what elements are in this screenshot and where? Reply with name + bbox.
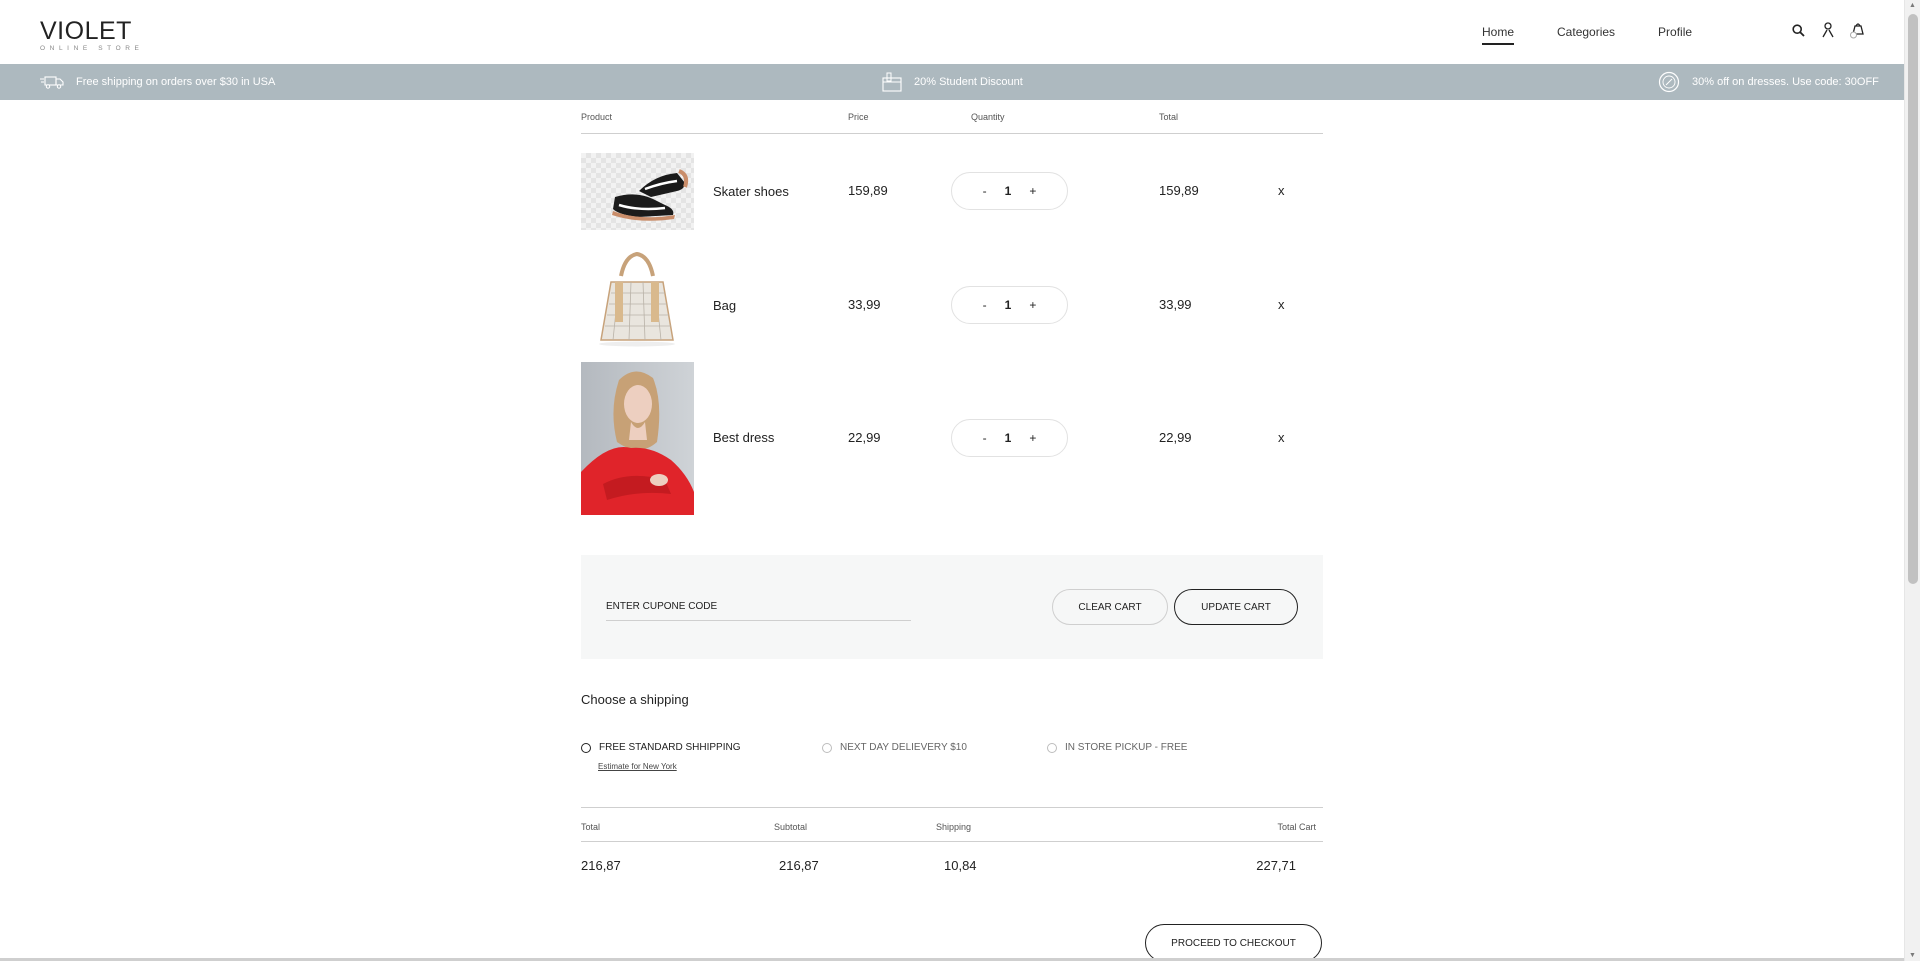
summary-total: 216,87: [581, 858, 621, 873]
scroll-down-arrow-icon[interactable]: ▼: [1909, 952, 1916, 959]
quantity-stepper: - 1 +: [951, 172, 1068, 210]
product-total: 22,99: [1159, 430, 1192, 445]
nav-categories[interactable]: Categories: [1557, 25, 1615, 45]
cart-table-header: Product Price Quantity Total: [581, 100, 1323, 134]
quantity-value: 1: [1004, 298, 1012, 312]
clear-cart-button[interactable]: CLEAR CART: [1052, 589, 1168, 625]
radio-pickup[interactable]: [1047, 742, 1057, 753]
shipping-option-label: IN STORE PICKUP - FREE: [1065, 742, 1188, 753]
quantity-decrease-button[interactable]: -: [983, 431, 987, 445]
header-quantity: Quantity: [971, 112, 1005, 122]
header-icons: [1790, 22, 1866, 39]
summary-header-total-cart: Total Cart: [1277, 822, 1316, 832]
product-image-shoes[interactable]: [581, 153, 694, 230]
shipping-option-label: FREE STANDARD SHHIPPING: [599, 742, 741, 753]
product-name[interactable]: Best dress: [713, 430, 774, 445]
promo-student-text: 20% Student Discount: [914, 76, 1023, 88]
cart-table: Product Price Quantity Total Skater shoe…: [581, 100, 1323, 515]
shipping-option-standard[interactable]: FREE STANDARD SHHIPPING: [581, 742, 741, 753]
order-summary: Total Subtotal Shipping Total Cart 216,8…: [581, 807, 1323, 890]
product-total: 33,99: [1159, 297, 1192, 312]
user-icon[interactable]: [1820, 22, 1836, 38]
quantity-decrease-button[interactable]: -: [983, 298, 987, 312]
scrollbar-thumb[interactable]: [1908, 14, 1918, 584]
promo-dresses: 30% off on dresses. Use code: 30OFF: [1658, 64, 1879, 100]
search-icon[interactable]: [1790, 22, 1806, 38]
product-image-bag[interactable]: [581, 248, 694, 348]
logo-tagline: ONLINE STORE: [40, 45, 144, 52]
logo[interactable]: VIOLET ONLINE STORE: [40, 18, 143, 53]
bag-icon[interactable]: [1850, 22, 1866, 39]
summary-header: Total Subtotal Shipping Total Cart: [581, 807, 1323, 842]
cart-row: Bag 33,99 - 1 + 33,99 x: [581, 248, 1323, 362]
summary-header-shipping: Shipping: [936, 822, 972, 832]
shipping-option-pickup[interactable]: IN STORE PICKUP - FREE: [1047, 742, 1187, 753]
quantity-value: 1: [1004, 431, 1012, 445]
product-price: 159,89: [848, 183, 888, 198]
product-total: 159,89: [1159, 183, 1199, 198]
promo-shipping: Free shipping on orders over $30 in USA: [40, 64, 275, 100]
coupon-panel: CLEAR CART UPDATE CART: [581, 555, 1323, 659]
proceed-to-checkout-button[interactable]: PROCEED TO CHECKOUT: [1145, 924, 1322, 961]
quantity-increase-button[interactable]: +: [1029, 431, 1036, 445]
cart-row: Skater shoes 159,89 - 1 + 159,89 x: [581, 134, 1323, 248]
promo-dresses-text: 30% off on dresses. Use code: 30OFF: [1692, 76, 1879, 88]
shipping-option-next-day[interactable]: NEXT DAY DELIEVERY $10: [822, 742, 967, 753]
quantity-increase-button[interactable]: +: [1029, 184, 1036, 198]
page-scrollbar[interactable]: ▲ ▼: [1904, 0, 1920, 961]
promo-bar: Free shipping on orders over $30 in USA …: [0, 64, 1904, 100]
coupon-input[interactable]: [606, 593, 911, 621]
radio-standard[interactable]: [581, 742, 591, 753]
quantity-decrease-button[interactable]: -: [983, 184, 987, 198]
product-name[interactable]: Skater shoes: [713, 184, 789, 199]
promo-student: 20% Student Discount: [882, 64, 1023, 100]
header-total: Total: [1159, 112, 1179, 122]
remove-item-button[interactable]: x: [1278, 183, 1285, 198]
summary-subtotal: 216,87: [779, 858, 819, 873]
shipping-title: Choose a shipping: [581, 692, 689, 707]
cart-row: Best dress 22,99 - 1 + 22,99 x: [581, 362, 1323, 515]
summary-header-total: Total: [581, 822, 601, 832]
remove-item-button[interactable]: x: [1278, 297, 1285, 312]
main-nav: Home Categories Profile: [1482, 25, 1735, 45]
product-image-dress[interactable]: [581, 362, 694, 515]
gift-icon: [882, 72, 902, 92]
estimate-link[interactable]: Estimate for New York: [598, 762, 677, 771]
nav-home[interactable]: Home: [1482, 25, 1515, 45]
header-price: Price: [848, 112, 869, 122]
summary-total-cart: 227,71: [1256, 858, 1296, 873]
quantity-stepper: - 1 +: [951, 419, 1068, 457]
radio-next-day[interactable]: [822, 742, 832, 753]
scroll-up-arrow-icon[interactable]: ▲: [1909, 2, 1916, 9]
promo-shipping-text: Free shipping on orders over $30 in USA: [76, 76, 276, 88]
nav-profile[interactable]: Profile: [1658, 25, 1692, 45]
product-name[interactable]: Bag: [713, 298, 736, 313]
quantity-stepper: - 1 +: [951, 286, 1068, 324]
remove-item-button[interactable]: x: [1278, 430, 1285, 445]
discount-badge-icon: [1658, 71, 1680, 93]
product-price: 22,99: [848, 430, 881, 445]
summary-shipping: 10,84: [944, 858, 977, 873]
summary-header-subtotal: Subtotal: [774, 822, 808, 832]
product-price: 33,99: [848, 297, 881, 312]
summary-values: 216,87 216,87 10,84 227,71: [581, 842, 1323, 890]
quantity-increase-button[interactable]: +: [1029, 298, 1036, 312]
logo-title: VIOLET: [40, 17, 132, 45]
header-product: Product: [581, 112, 613, 122]
truck-icon: [40, 74, 64, 90]
shipping-option-label: NEXT DAY DELIEVERY $10: [840, 742, 967, 753]
update-cart-button[interactable]: UPDATE CART: [1174, 589, 1298, 625]
quantity-value: 1: [1004, 184, 1012, 198]
site-header: VIOLET ONLINE STORE Home Categories Prof…: [0, 0, 1904, 64]
